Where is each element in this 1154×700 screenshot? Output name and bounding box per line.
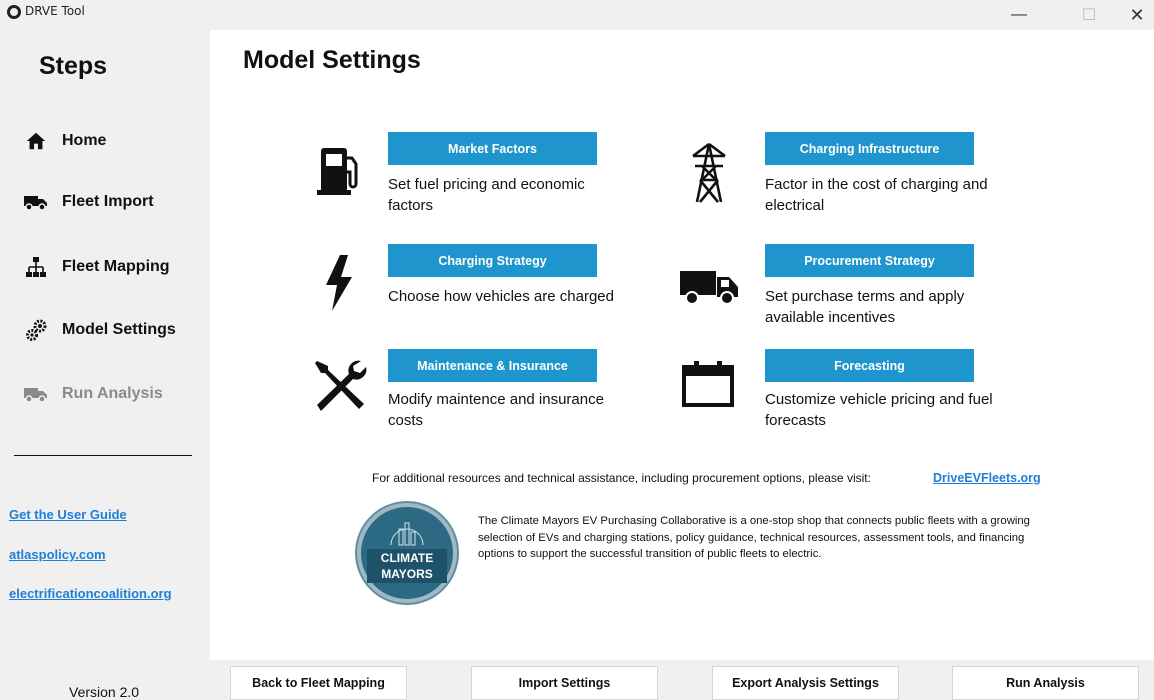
procurement-strategy-description: Set purchase terms and apply available i… [765, 288, 965, 326]
logo-text-mayors: MAYORS [381, 567, 433, 581]
window-title: DRVE Tool [25, 4, 85, 18]
page-title: Model Settings [243, 46, 421, 74]
app-logo-icon [7, 5, 21, 19]
maintenance-insurance-description: Modify maintence and insurance costs [388, 391, 604, 429]
resources-text: For additional resources and technical a… [372, 471, 871, 485]
home-icon [24, 129, 48, 153]
window-titlebar: DRVE Tool — ☐ ✕ [0, 0, 1154, 30]
gears-icon [24, 318, 48, 342]
logo-text-climate: CLIMATE [380, 551, 434, 565]
sidebar-item-fleet-mapping[interactable]: Fleet Mapping [24, 251, 170, 283]
power-tower-icon [685, 142, 733, 203]
main-panel: Model Settings Market Factors Set fuel p… [210, 30, 1154, 660]
forecasting-description: Customize vehicle pricing and fuel forec… [765, 391, 993, 429]
market-factors-button[interactable]: Market Factors [388, 132, 597, 165]
collaborative-description: The Climate Mayors EV Purchasing Collabo… [478, 515, 1030, 560]
hierarchy-icon [24, 255, 48, 279]
sidebar-divider [14, 455, 192, 456]
sidebar-item-label: Fleet Import [62, 193, 154, 210]
version-label: Version 2.0 [69, 684, 140, 700]
procurement-strategy-button[interactable]: Procurement Strategy [765, 244, 974, 277]
import-settings-button[interactable]: Import Settings [471, 666, 658, 700]
charging-strategy-description: Choose how vehicles are charged [388, 288, 614, 305]
fuel-pump-icon [315, 142, 363, 198]
electrificationcoalition-link[interactable]: electrificationcoalition.org [9, 586, 172, 601]
atlaspolicy-link[interactable]: atlaspolicy.com [9, 547, 106, 562]
footer-bar: Back to Fleet Mapping Import Settings Ex… [210, 660, 1154, 700]
minimize-button[interactable]: — [996, 0, 1042, 30]
sidebar-item-label: Model Settings [62, 321, 176, 338]
sidebar-heading: Steps [39, 52, 108, 80]
sidebar-item-label: Run Analysis [62, 385, 163, 402]
maximize-button[interactable]: ☐ [1066, 0, 1112, 30]
run-analysis-button[interactable]: Run Analysis [952, 666, 1139, 700]
sidebar-item-model-settings[interactable]: Model Settings [24, 314, 176, 346]
driveevfleets-link[interactable]: DriveEVFleets.org [933, 471, 1041, 485]
forecasting-button[interactable]: Forecasting [765, 349, 974, 382]
calendar-icon [680, 355, 736, 411]
charging-infrastructure-button[interactable]: Charging Infrastructure [765, 132, 974, 165]
sidebar-item-label: Fleet Mapping [62, 258, 170, 275]
sidebar: Steps Home Fleet Import Fleet Mapping Mo… [0, 30, 210, 700]
climate-mayors-logo[interactable]: CLIMATE MAYORS [357, 503, 457, 603]
close-button[interactable]: ✕ [1114, 0, 1154, 30]
market-factors-description: Set fuel pricing and economic factors [388, 176, 585, 214]
truck-icon [24, 382, 48, 406]
back-to-fleet-mapping-button[interactable]: Back to Fleet Mapping [230, 666, 407, 700]
user-guide-link[interactable]: Get the User Guide [9, 507, 127, 522]
sidebar-item-label: Home [62, 132, 107, 149]
sidebar-item-run-analysis[interactable]: Run Analysis [24, 378, 163, 410]
truck-icon [24, 190, 48, 214]
charging-strategy-button[interactable]: Charging Strategy [388, 244, 597, 277]
export-analysis-settings-button[interactable]: Export Analysis Settings [712, 666, 899, 700]
sidebar-item-home[interactable]: Home [24, 125, 106, 157]
charging-infrastructure-description: Factor in the cost of charging and elect… [765, 176, 988, 214]
sidebar-item-fleet-import[interactable]: Fleet Import [24, 186, 154, 218]
tools-icon [310, 358, 370, 414]
truck-icon [680, 259, 740, 315]
lightning-icon [315, 255, 363, 311]
maintenance-insurance-button[interactable]: Maintenance & Insurance [388, 349, 597, 382]
